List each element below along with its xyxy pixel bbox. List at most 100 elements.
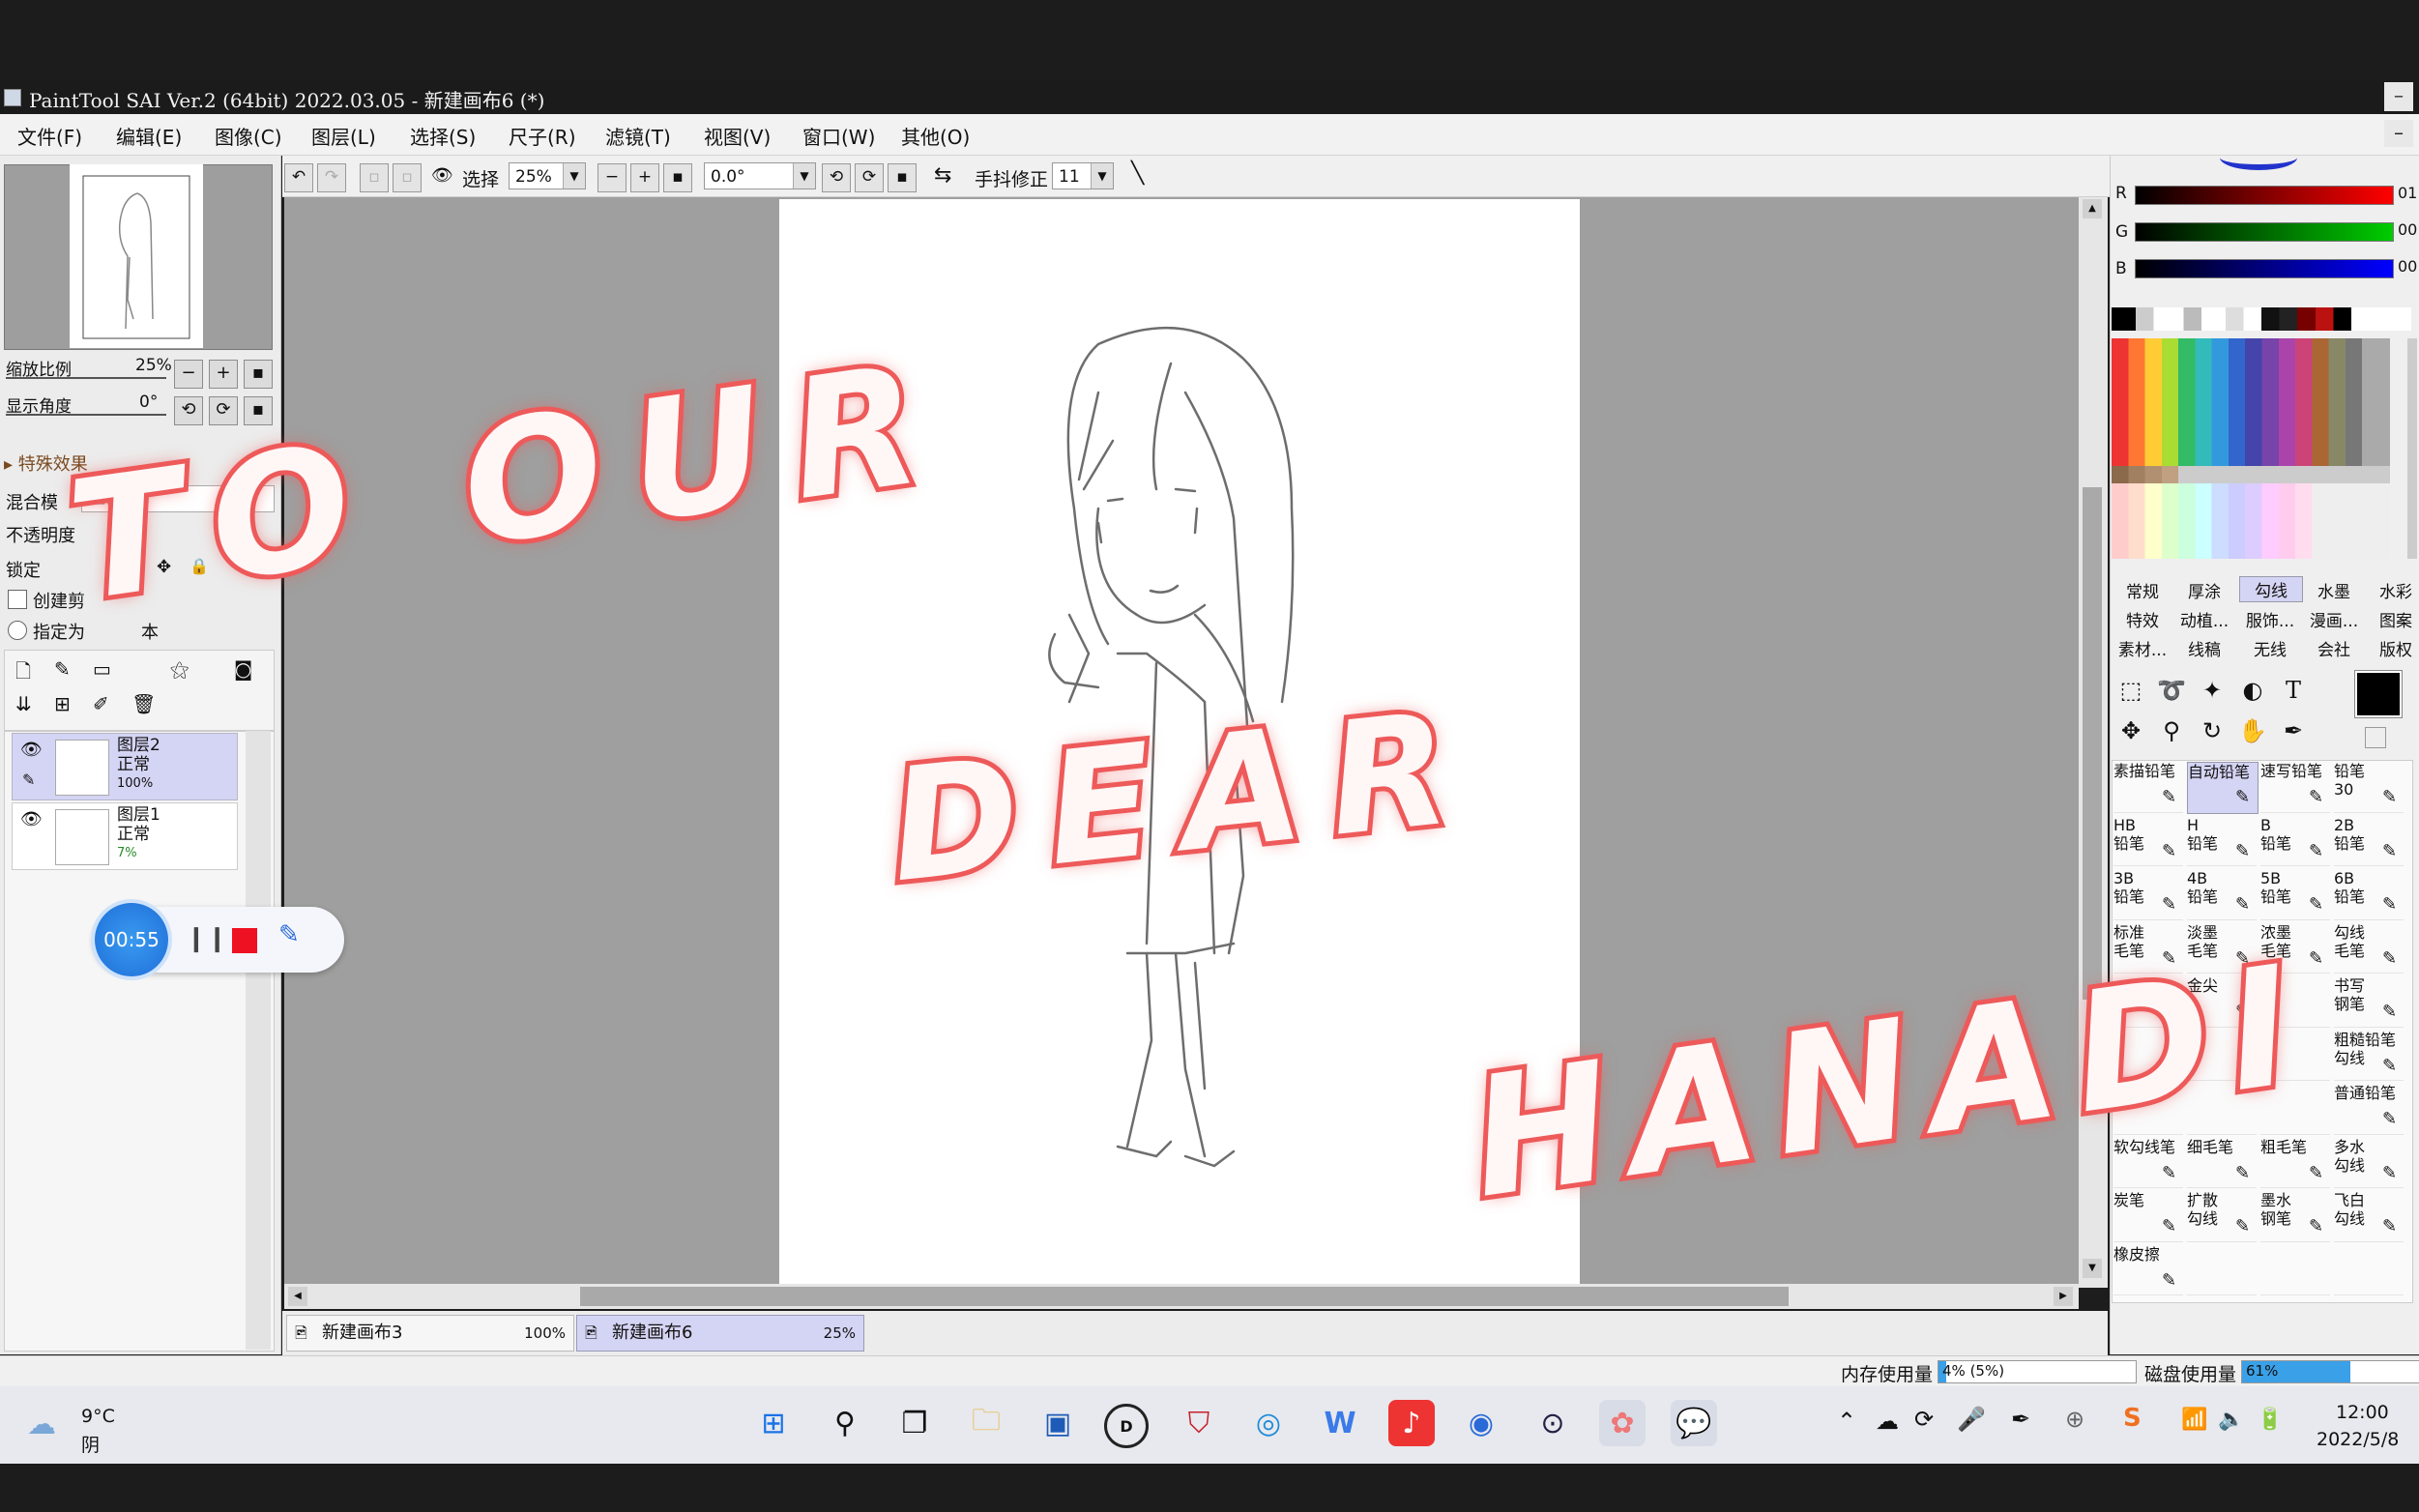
painttool-sai-icon[interactable]: ✿ bbox=[1599, 1400, 1646, 1446]
menu-ruler[interactable]: 尺子(R) bbox=[509, 122, 576, 150]
wifi-icon[interactable]: 📶 bbox=[2181, 1408, 2207, 1432]
angle-slider-value[interactable]: 0° bbox=[139, 393, 158, 412]
doc-tab-canvas3[interactable]: 🖻 新建画布3 100% bbox=[286, 1315, 574, 1352]
angle-select[interactable]: 0.0° ▼ bbox=[704, 162, 816, 189]
netease-music-icon[interactable]: ♪ bbox=[1388, 1400, 1435, 1446]
zoom-tool-icon[interactable]: ⚲ bbox=[2154, 713, 2189, 748]
zoom-slider-value[interactable]: 25% bbox=[135, 356, 172, 375]
menu-image[interactable]: 图像(C) bbox=[215, 122, 282, 150]
merge-down-icon[interactable]: ⇊ bbox=[15, 692, 32, 715]
new-pen-layer-icon[interactable]: ✎ bbox=[54, 657, 71, 681]
recent-colors[interactable] bbox=[2112, 307, 2411, 331]
brush-tool-cell[interactable] bbox=[2187, 1245, 2257, 1295]
brush-tab-pattern[interactable]: 图案 bbox=[2365, 607, 2419, 631]
invert-selection-button[interactable]: ▫ bbox=[393, 163, 422, 192]
zoom-reset-toolbar-button[interactable]: ▪ bbox=[663, 163, 692, 192]
delete-layer-icon[interactable]: 🗑 bbox=[131, 692, 156, 715]
volume-icon[interactable]: 🔈 bbox=[2218, 1408, 2244, 1432]
microphone-icon[interactable]: 🎤 bbox=[1957, 1406, 1986, 1433]
annotate-pen-icon[interactable]: ✎ bbox=[278, 920, 300, 949]
deselect-button[interactable]: ▫ bbox=[360, 163, 389, 192]
line-tool-icon[interactable]: ╲ bbox=[1131, 161, 1144, 186]
sogou-icon[interactable]: S bbox=[2123, 1404, 2142, 1433]
clear-layer-icon[interactable]: ✐ bbox=[93, 692, 109, 715]
palette-scrollbar[interactable] bbox=[2407, 338, 2417, 559]
foreground-color-swatch[interactable] bbox=[2354, 670, 2403, 718]
app-tray-icon[interactable]: ⊕ bbox=[2065, 1406, 2084, 1433]
stop-icon[interactable] bbox=[232, 928, 257, 953]
menu-view[interactable]: 视图(V) bbox=[704, 122, 771, 150]
zoom-reset-button[interactable]: ▪ bbox=[244, 360, 273, 389]
weather-temp[interactable]: 9°C bbox=[81, 1406, 115, 1427]
rotate-left-button[interactable]: ⟲ bbox=[174, 396, 203, 425]
new-layer-icon[interactable]: 🗋 bbox=[15, 657, 31, 690]
flip-horizontal-icon[interactable]: ⇆ bbox=[934, 163, 951, 188]
color-palette[interactable] bbox=[2112, 338, 2390, 559]
angle-slider-track[interactable] bbox=[6, 414, 166, 416]
brush-tab-ink[interactable]: 水墨 bbox=[2303, 578, 2365, 602]
menu-file[interactable]: 文件(F) bbox=[17, 122, 82, 150]
file-explorer-icon[interactable]: 🗀 bbox=[963, 1400, 1009, 1446]
visibility-eye-icon[interactable]: 👁 bbox=[20, 740, 43, 760]
layer-mask-icon[interactable]: ◙ bbox=[234, 657, 252, 681]
brush-tool-cell[interactable] bbox=[2334, 1245, 2404, 1295]
zoom-in-button[interactable]: + bbox=[209, 360, 238, 389]
scroll-left-icon[interactable]: ◀ bbox=[288, 1287, 307, 1306]
redo-button[interactable]: ↷ bbox=[317, 163, 346, 192]
horizontal-scrollbar[interactable]: ◀ ▶ bbox=[284, 1284, 2079, 1309]
red-slider[interactable] bbox=[2135, 186, 2394, 205]
brush-tab-normal[interactable]: 常规 bbox=[2112, 578, 2173, 602]
search-icon[interactable]: ⚲ bbox=[822, 1400, 868, 1446]
zoom-select[interactable]: 25% ▼ bbox=[509, 162, 586, 189]
brush-tab-thick[interactable]: 厚涂 bbox=[2173, 578, 2235, 602]
brush-tab-manga[interactable]: 漫画... bbox=[2303, 607, 2365, 631]
clipping-checkbox[interactable] bbox=[8, 590, 27, 609]
layer-item-2[interactable]: 👁 ✎ 图层2 正常 100% bbox=[12, 733, 238, 800]
rect-select-icon[interactable]: ⬚ bbox=[2113, 673, 2148, 708]
brush-tab-sketch[interactable]: 线稿 bbox=[2173, 636, 2235, 660]
weather-desc[interactable]: 阴 bbox=[81, 1431, 100, 1457]
zoom-out-toolbar-button[interactable]: − bbox=[597, 163, 627, 192]
vertical-scroll-thumb[interactable] bbox=[2083, 487, 2102, 1000]
hand-tool-icon[interactable]: ✋ bbox=[2235, 713, 2270, 748]
zoom-slider-track[interactable] bbox=[6, 377, 166, 379]
brush-tab-material[interactable]: 素材... bbox=[2112, 636, 2173, 660]
brush-tab-lineart[interactable]: 勾线 bbox=[2239, 576, 2303, 602]
stabilizer-select[interactable]: 11 ▼ bbox=[1052, 162, 1114, 189]
scroll-right-icon[interactable]: ▶ bbox=[2054, 1287, 2073, 1306]
cloud-weather-icon[interactable]: ☁ bbox=[27, 1408, 56, 1441]
eyedropper-icon[interactable]: ✒ bbox=[2276, 713, 2311, 748]
brush-tab-effects[interactable]: 特效 bbox=[2112, 607, 2173, 631]
brush-tab-copyright[interactable]: 版权 bbox=[2365, 636, 2419, 660]
brush-tab-watercolor[interactable]: 水彩 bbox=[2365, 578, 2419, 602]
blue-value[interactable]: 00 bbox=[2398, 257, 2417, 276]
shape-icon[interactable]: ◐ bbox=[2235, 673, 2270, 708]
ms-store-icon[interactable]: ▣ bbox=[1035, 1400, 1081, 1446]
dell-icon[interactable]: D bbox=[1104, 1404, 1149, 1448]
text-tool-icon[interactable]: T bbox=[2276, 673, 2311, 708]
green-value[interactable]: 00 bbox=[2398, 220, 2417, 239]
circle-app-icon[interactable]: ⊙ bbox=[1530, 1400, 1576, 1446]
wps-icon[interactable]: W bbox=[1317, 1400, 1363, 1446]
lasso-icon[interactable]: ➰ bbox=[2154, 673, 2189, 708]
menu-edit[interactable]: 编辑(E) bbox=[116, 122, 182, 150]
rotate-tool-icon[interactable]: ↻ bbox=[2195, 713, 2230, 748]
brush-tab-noline[interactable]: 无线 bbox=[2239, 636, 2301, 660]
move-icon[interactable]: ✥ bbox=[2113, 713, 2148, 748]
record-timer[interactable]: 00:55 bbox=[95, 903, 168, 976]
selection-eye-icon[interactable]: 👁 bbox=[431, 165, 453, 186]
designate-radio[interactable] bbox=[8, 621, 27, 640]
rotate-right-button[interactable]: ⟳ bbox=[209, 396, 238, 425]
green-slider[interactable] bbox=[2135, 222, 2394, 242]
mcafee-icon[interactable]: ⛉ bbox=[1176, 1400, 1222, 1446]
rotate-cw-button[interactable]: ⟳ bbox=[855, 163, 884, 192]
minimize-button[interactable]: – bbox=[2384, 82, 2413, 111]
clock-time[interactable]: 12:00 bbox=[2336, 1402, 2389, 1423]
brush-tab-plants[interactable]: 动植... bbox=[2173, 607, 2235, 631]
battery-icon[interactable]: 🔋 bbox=[2257, 1408, 2283, 1432]
pause-icon[interactable]: ❙❙ bbox=[186, 924, 228, 953]
capture-app-icon[interactable]: ◉ bbox=[1458, 1400, 1504, 1446]
restore-button[interactable]: – bbox=[2384, 120, 2413, 147]
edge-icon[interactable]: ◎ bbox=[1245, 1400, 1292, 1446]
menu-layer[interactable]: 图层(L) bbox=[311, 122, 376, 150]
